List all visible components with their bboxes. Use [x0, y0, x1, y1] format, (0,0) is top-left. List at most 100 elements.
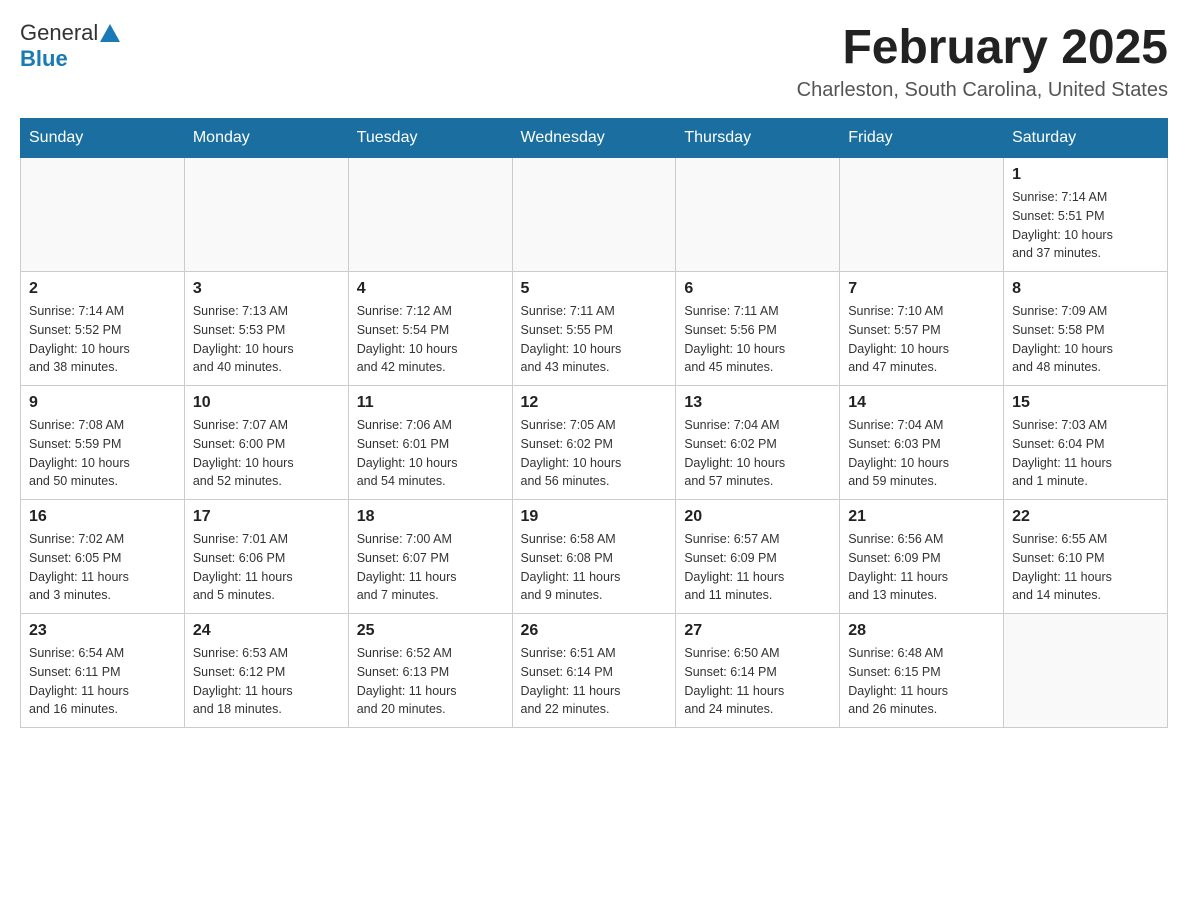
- day-number: 5: [521, 280, 668, 298]
- calendar-cell-3-3: 19 Sunrise: 6:58 AMSunset: 6:08 PMDayligh…: [512, 500, 676, 614]
- calendar-cell-1-3: 5 Sunrise: 7:11 AMSunset: 5:55 PMDaylight…: [512, 272, 676, 386]
- day-info: Sunrise: 7:11 AMSunset: 5:55 PMDaylight:…: [521, 302, 668, 377]
- calendar-cell-4-3: 26 Sunrise: 6:51 AMSunset: 6:14 PMDayligh…: [512, 614, 676, 728]
- calendar-cell-2-5: 14 Sunrise: 7:04 AMSunset: 6:03 PMDayligh…: [840, 386, 1004, 500]
- day-number: 20: [684, 508, 831, 526]
- day-number: 1: [1012, 166, 1159, 184]
- logo-triangle-icon: [100, 24, 120, 42]
- day-number: 28: [848, 622, 995, 640]
- day-info: Sunrise: 6:53 AMSunset: 6:12 PMDaylight:…: [193, 644, 340, 719]
- day-info: Sunrise: 6:52 AMSunset: 6:13 PMDaylight:…: [357, 644, 504, 719]
- day-number: 2: [29, 280, 176, 298]
- day-info: Sunrise: 7:14 AMSunset: 5:52 PMDaylight:…: [29, 302, 176, 377]
- day-number: 10: [193, 394, 340, 412]
- week-row-2: 9 Sunrise: 7:08 AMSunset: 5:59 PMDaylight…: [21, 386, 1168, 500]
- calendar-cell-0-2: [348, 158, 512, 272]
- day-number: 18: [357, 508, 504, 526]
- logo: General Blue: [20, 20, 122, 72]
- calendar-cell-4-6: [1004, 614, 1168, 728]
- day-info: Sunrise: 7:07 AMSunset: 6:00 PMDaylight:…: [193, 416, 340, 491]
- calendar-cell-2-3: 12 Sunrise: 7:05 AMSunset: 6:02 PMDayligh…: [512, 386, 676, 500]
- calendar-cell-2-6: 15Sunrise: 7:03 AMSunset: 6:04 PMDayligh…: [1004, 386, 1168, 500]
- day-info: Sunrise: 7:00 AMSunset: 6:07 PMDaylight:…: [357, 530, 504, 605]
- calendar-cell-3-2: 18 Sunrise: 7:00 AMSunset: 6:07 PMDayligh…: [348, 500, 512, 614]
- day-number: 8: [1012, 280, 1159, 298]
- header-monday: Monday: [184, 119, 348, 158]
- calendar-cell-3-1: 17Sunrise: 7:01 AMSunset: 6:06 PMDayligh…: [184, 500, 348, 614]
- day-number: 7: [848, 280, 995, 298]
- calendar-cell-1-0: 2 Sunrise: 7:14 AMSunset: 5:52 PMDaylight…: [21, 272, 185, 386]
- header-friday: Friday: [840, 119, 1004, 158]
- day-info: Sunrise: 7:02 AMSunset: 6:05 PMDaylight:…: [29, 530, 176, 605]
- day-info: Sunrise: 6:54 AMSunset: 6:11 PMDaylight:…: [29, 644, 176, 719]
- calendar-cell-0-1: [184, 158, 348, 272]
- logo-blue-text: Blue: [20, 46, 68, 72]
- calendar-cell-3-4: 20 Sunrise: 6:57 AMSunset: 6:09 PMDayligh…: [676, 500, 840, 614]
- day-info: Sunrise: 6:57 AMSunset: 6:09 PMDaylight:…: [684, 530, 831, 605]
- day-info: Sunrise: 7:12 AMSunset: 5:54 PMDaylight:…: [357, 302, 504, 377]
- month-title: February 2025: [797, 20, 1168, 75]
- day-number: 3: [193, 280, 340, 298]
- day-number: 22: [1012, 508, 1159, 526]
- day-info: Sunrise: 7:14 AMSunset: 5:51 PMDaylight:…: [1012, 188, 1159, 263]
- title-area: February 2025 Charleston, South Carolina…: [797, 20, 1168, 102]
- calendar-cell-0-0: [21, 158, 185, 272]
- day-number: 16: [29, 508, 176, 526]
- week-row-4: 23 Sunrise: 6:54 AMSunset: 6:11 PMDayligh…: [21, 614, 1168, 728]
- calendar-cell-3-0: 16 Sunrise: 7:02 AMSunset: 6:05 PMDayligh…: [21, 500, 185, 614]
- calendar-cell-0-4: [676, 158, 840, 272]
- calendar-cell-4-5: 28 Sunrise: 6:48 AMSunset: 6:15 PMDayligh…: [840, 614, 1004, 728]
- calendar-cell-4-0: 23 Sunrise: 6:54 AMSunset: 6:11 PMDayligh…: [21, 614, 185, 728]
- calendar-cell-4-4: 27 Sunrise: 6:50 AMSunset: 6:14 PMDayligh…: [676, 614, 840, 728]
- day-info: Sunrise: 6:48 AMSunset: 6:15 PMDaylight:…: [848, 644, 995, 719]
- day-number: 11: [357, 394, 504, 412]
- calendar-cell-2-4: 13 Sunrise: 7:04 AMSunset: 6:02 PMDayligh…: [676, 386, 840, 500]
- day-number: 6: [684, 280, 831, 298]
- day-info: Sunrise: 7:04 AMSunset: 6:02 PMDaylight:…: [684, 416, 831, 491]
- day-info: Sunrise: 7:06 AMSunset: 6:01 PMDaylight:…: [357, 416, 504, 491]
- calendar-cell-2-0: 9 Sunrise: 7:08 AMSunset: 5:59 PMDaylight…: [21, 386, 185, 500]
- day-info: Sunrise: 7:11 AMSunset: 5:56 PMDaylight:…: [684, 302, 831, 377]
- day-info: Sunrise: 7:13 AMSunset: 5:53 PMDaylight:…: [193, 302, 340, 377]
- calendar-cell-0-5: [840, 158, 1004, 272]
- day-number: 26: [521, 622, 668, 640]
- day-info: Sunrise: 7:09 AMSunset: 5:58 PMDaylight:…: [1012, 302, 1159, 377]
- calendar-body: 1 Sunrise: 7:14 AMSunset: 5:51 PMDaylight…: [21, 158, 1168, 728]
- header-sunday: Sunday: [21, 119, 185, 158]
- day-number: 24: [193, 622, 340, 640]
- day-number: 14: [848, 394, 995, 412]
- day-info: Sunrise: 7:04 AMSunset: 6:03 PMDaylight:…: [848, 416, 995, 491]
- calendar-cell-4-1: 24 Sunrise: 6:53 AMSunset: 6:12 PMDayligh…: [184, 614, 348, 728]
- calendar-cell-1-5: 7 Sunrise: 7:10 AMSunset: 5:57 PMDaylight…: [840, 272, 1004, 386]
- day-number: 13: [684, 394, 831, 412]
- day-info: Sunrise: 7:05 AMSunset: 6:02 PMDaylight:…: [521, 416, 668, 491]
- page-header: General Blue February 2025 Charleston, S…: [20, 20, 1168, 102]
- calendar-cell-3-6: 22 Sunrise: 6:55 AMSunset: 6:10 PMDayligh…: [1004, 500, 1168, 614]
- week-row-3: 16 Sunrise: 7:02 AMSunset: 6:05 PMDayligh…: [21, 500, 1168, 614]
- calendar-cell-3-5: 21 Sunrise: 6:56 AMSunset: 6:09 PMDayligh…: [840, 500, 1004, 614]
- day-info: Sunrise: 7:08 AMSunset: 5:59 PMDaylight:…: [29, 416, 176, 491]
- day-number: 23: [29, 622, 176, 640]
- calendar-cell-1-6: 8 Sunrise: 7:09 AMSunset: 5:58 PMDaylight…: [1004, 272, 1168, 386]
- day-info: Sunrise: 6:55 AMSunset: 6:10 PMDaylight:…: [1012, 530, 1159, 605]
- day-number: 12: [521, 394, 668, 412]
- day-info: Sunrise: 6:56 AMSunset: 6:09 PMDaylight:…: [848, 530, 995, 605]
- days-of-week-row: Sunday Monday Tuesday Wednesday Thursday…: [21, 119, 1168, 158]
- day-info: Sunrise: 6:58 AMSunset: 6:08 PMDaylight:…: [521, 530, 668, 605]
- day-number: 27: [684, 622, 831, 640]
- day-number: 25: [357, 622, 504, 640]
- day-number: 9: [29, 394, 176, 412]
- week-row-0: 1 Sunrise: 7:14 AMSunset: 5:51 PMDaylight…: [21, 158, 1168, 272]
- day-info: Sunrise: 7:10 AMSunset: 5:57 PMDaylight:…: [848, 302, 995, 377]
- location-subtitle: Charleston, South Carolina, United State…: [797, 79, 1168, 102]
- calendar-cell-1-2: 4Sunrise: 7:12 AMSunset: 5:54 PMDaylight…: [348, 272, 512, 386]
- day-number: 19: [521, 508, 668, 526]
- day-number: 21: [848, 508, 995, 526]
- day-info: Sunrise: 6:50 AMSunset: 6:14 PMDaylight:…: [684, 644, 831, 719]
- calendar-cell-1-1: 3 Sunrise: 7:13 AMSunset: 5:53 PMDaylight…: [184, 272, 348, 386]
- logo-general-text: General: [20, 20, 98, 46]
- day-info: Sunrise: 6:51 AMSunset: 6:14 PMDaylight:…: [521, 644, 668, 719]
- header-saturday: Saturday: [1004, 119, 1168, 158]
- calendar-header: Sunday Monday Tuesday Wednesday Thursday…: [21, 119, 1168, 158]
- header-wednesday: Wednesday: [512, 119, 676, 158]
